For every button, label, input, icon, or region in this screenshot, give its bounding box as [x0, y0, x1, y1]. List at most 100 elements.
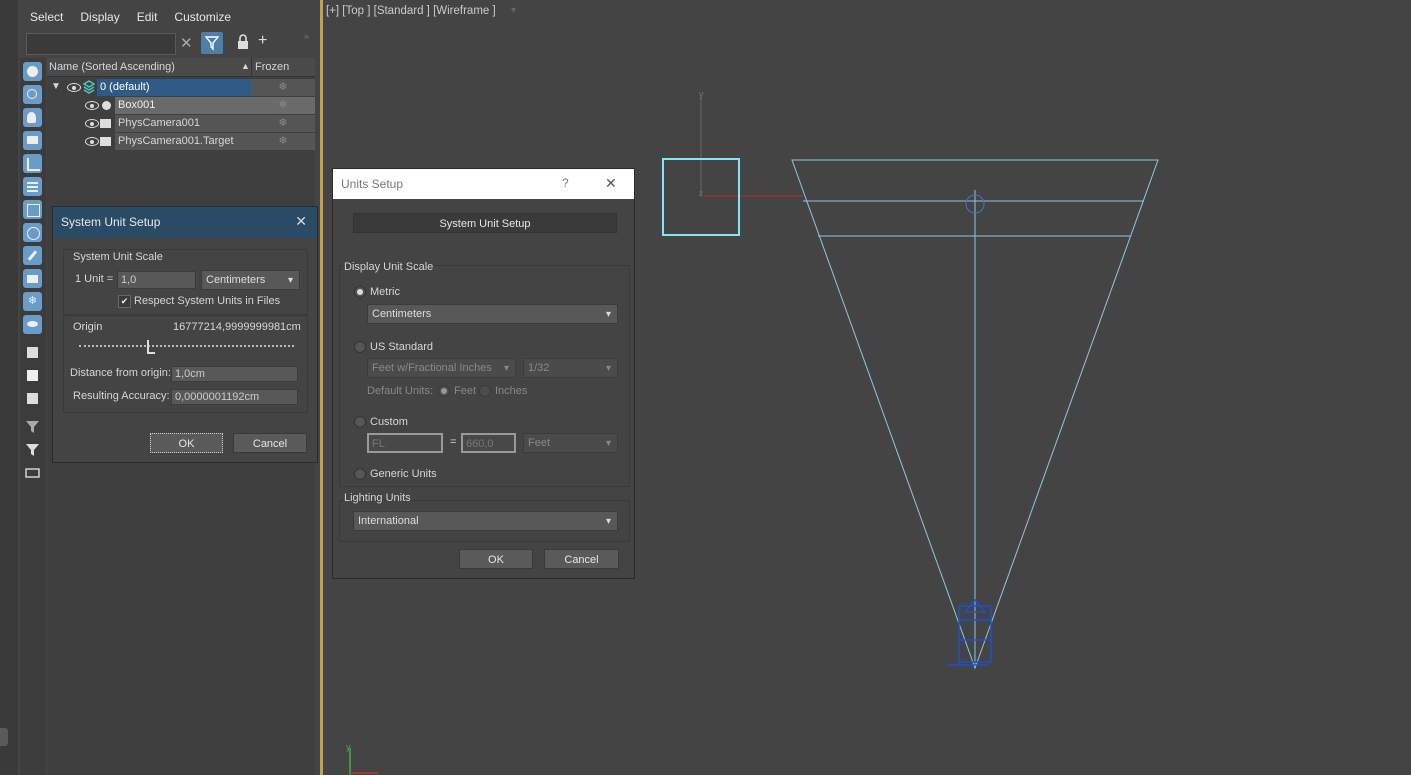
frozen-toggle-icon[interactable]: ❄ [251, 115, 315, 132]
lights-filter-icon[interactable] [23, 108, 42, 127]
geometry-icon [102, 101, 111, 110]
expand-toolbar-icon[interactable]: » [304, 31, 309, 41]
explorer-filter-column: ❄ [20, 58, 46, 775]
corner-axis-y-label: y [346, 742, 351, 752]
custom-label: Custom [370, 416, 408, 428]
us-standard-label: US Standard [370, 341, 433, 353]
distance-label: Distance from origin: [70, 367, 171, 379]
helpers-filter-icon[interactable] [23, 154, 42, 173]
blank-icon[interactable] [23, 366, 42, 385]
geometry-filter-icon[interactable] [23, 62, 42, 81]
system-dialog-titlebar[interactable]: System Unit Setup ✕ [53, 207, 317, 238]
spacewarps-filter-icon[interactable] [23, 177, 42, 196]
clear-search-icon[interactable]: ✕ [180, 34, 193, 52]
close-icon[interactable]: ✕ [295, 213, 307, 230]
grid-y-axis-label: y [699, 89, 704, 99]
configure-icon[interactable] [23, 463, 42, 482]
layer-row-default[interactable]: ▼ 0 (default) ❄ [47, 79, 315, 96]
groups-filter-icon[interactable] [23, 200, 42, 219]
menu-display[interactable]: Display [80, 10, 119, 26]
visibility-eye-icon[interactable] [85, 101, 99, 110]
cameras-filter-icon[interactable] [23, 131, 42, 150]
unit-value-input[interactable]: 1,0 [117, 271, 196, 289]
row-label: Box001 [115, 97, 251, 114]
system-unit-setup-dialog: System Unit Setup ✕ System Unit Scale 1 … [53, 207, 317, 462]
row-label: PhysCamera001 [115, 115, 251, 132]
system-dialog-title: System Unit Setup [61, 215, 161, 229]
custom-value-input[interactable]: 660,0 [461, 433, 516, 453]
lighting-group-label: Lighting Units [344, 492, 411, 504]
cancel-button[interactable]: Cancel [544, 549, 619, 569]
containers-filter-icon[interactable] [23, 269, 42, 288]
explorer-search-input[interactable] [26, 33, 176, 55]
display-group-label: Display Unit Scale [344, 261, 434, 273]
sort-ascending-icon[interactable]: ▲ [241, 61, 250, 71]
name-column-header[interactable]: Name (Sorted Ascending) [49, 61, 175, 73]
generic-units-radio[interactable] [354, 468, 366, 480]
metric-label: Metric [370, 286, 400, 298]
inches-label: Inches [495, 385, 528, 397]
help-icon[interactable]: ? [562, 176, 569, 190]
notes-icon[interactable] [23, 389, 42, 408]
origin-value: 16777214,9999999981cm [173, 321, 301, 333]
feet-radio[interactable] [438, 385, 450, 397]
funnel-icon[interactable] [23, 440, 42, 459]
edge-collapse-tab[interactable] [0, 728, 8, 746]
frozen-toggle-icon[interactable]: ❄ [251, 97, 315, 114]
frozen-toggle-icon[interactable]: ❄ [251, 133, 315, 150]
generic-units-label: Generic Units [370, 468, 437, 480]
visibility-eye-icon[interactable] [85, 119, 99, 128]
metric-unit-dropdown[interactable]: Centimeters [367, 304, 618, 324]
feet-label: Feet [454, 385, 477, 397]
system-unit-setup-button[interactable]: System Unit Setup [353, 213, 617, 233]
object-row-physcamera001[interactable]: PhysCamera001 ❄ [47, 115, 315, 132]
units-setup-dialog: Units Setup ? ✕ System Unit Setup Displa… [333, 169, 634, 578]
close-icon[interactable]: ✕ [605, 175, 617, 192]
us-unit-dropdown[interactable]: Feet w/Fractional Inches [367, 358, 516, 378]
accuracy-field: 0,0000001192cm [171, 389, 298, 405]
ok-button[interactable]: OK [459, 549, 533, 569]
object-row-box001[interactable]: Box001 ❄ [47, 97, 315, 114]
origin-label: Origin [73, 321, 103, 333]
custom-radio[interactable] [354, 416, 366, 428]
units-dialog-titlebar[interactable]: Units Setup ? ✕ [333, 169, 634, 199]
hidden-filter-icon[interactable] [23, 315, 42, 334]
units-dialog-title: Units Setup [341, 177, 404, 191]
filter-selection-icon[interactable] [201, 32, 223, 54]
ok-button[interactable]: OK [150, 433, 223, 453]
frozen-column-header[interactable]: Frozen [251, 58, 314, 76]
add-layer-icon[interactable]: + [258, 32, 267, 50]
us-standard-radio[interactable] [354, 341, 366, 353]
respect-units-checkbox[interactable]: ✔ [118, 295, 131, 308]
custom-unit-dropdown[interactable]: Feet [523, 433, 618, 453]
frozen-toggle-icon[interactable]: ❄ [251, 79, 315, 96]
menu-select[interactable]: Select [30, 10, 63, 26]
us-fraction-dropdown[interactable]: 1/32 [523, 358, 618, 378]
lock-icon[interactable] [236, 34, 250, 53]
visibility-eye-icon[interactable] [85, 137, 99, 146]
xrefs-filter-icon[interactable] [23, 223, 42, 242]
cancel-button[interactable]: Cancel [233, 433, 307, 453]
menu-customize[interactable]: Customize [174, 10, 231, 26]
custom-name-input[interactable]: FL [367, 433, 443, 453]
distance-field: 1,0cm [171, 366, 298, 382]
filter-funnel-icon[interactable] [23, 417, 42, 436]
default-units-label: Default Units: [367, 385, 434, 397]
origin-slider-track[interactable] [79, 345, 294, 347]
unit-type-dropdown[interactable]: Centimeters [201, 270, 300, 290]
visibility-eye-icon[interactable] [67, 83, 81, 92]
inches-radio[interactable] [479, 385, 491, 397]
shapes-filter-icon[interactable] [23, 85, 42, 104]
bones-filter-icon[interactable] [23, 246, 42, 265]
origin-slider-handle[interactable] [147, 340, 155, 354]
lighting-units-dropdown[interactable]: International [353, 511, 618, 531]
camera-icon [100, 137, 111, 146]
menu-edit[interactable]: Edit [137, 10, 158, 26]
list-view-icon[interactable] [23, 343, 42, 362]
frozen-filter-icon[interactable]: ❄ [23, 292, 42, 311]
explorer-menubar: Select Display Edit Customize [30, 10, 248, 26]
metric-radio[interactable] [354, 286, 366, 298]
collapse-arrow-icon[interactable]: ▼ [51, 81, 61, 92]
object-row-physcamera001-target[interactable]: PhysCamera001.Target ❄ [47, 133, 315, 150]
unit-label: 1 Unit = [75, 273, 114, 285]
